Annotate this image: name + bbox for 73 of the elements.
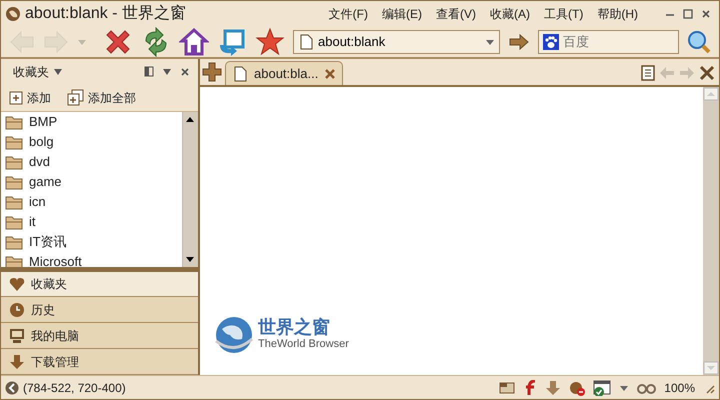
zoom-level[interactable]: 100% bbox=[664, 378, 695, 396]
go-arrow-icon[interactable] bbox=[508, 32, 530, 52]
globe-icon bbox=[5, 6, 21, 22]
folder-icon bbox=[5, 234, 23, 250]
folder-icon bbox=[5, 154, 23, 170]
panel-icon[interactable] bbox=[499, 380, 516, 396]
folder-item[interactable]: bolg bbox=[1, 132, 182, 152]
down-arrow-icon bbox=[9, 354, 25, 370]
dropdown-icon[interactable] bbox=[53, 66, 63, 77]
menu-item[interactable]: 工具(T) bbox=[537, 5, 590, 23]
back-circle-icon[interactable] bbox=[5, 380, 19, 394]
flash-icon[interactable] bbox=[523, 380, 538, 396]
folder-item[interactable]: BMP bbox=[1, 112, 182, 132]
add-icon bbox=[9, 90, 23, 105]
maximize-icon[interactable] bbox=[683, 9, 693, 19]
menu-item[interactable]: 文件(F) bbox=[322, 5, 375, 23]
monitor-icon bbox=[9, 328, 25, 344]
search-input[interactable]: 百度 bbox=[562, 32, 674, 52]
close-icon[interactable] bbox=[699, 65, 715, 81]
logo-subtitle: TheWorld Browser bbox=[258, 336, 349, 352]
folder-item[interactable]: icn bbox=[1, 192, 182, 212]
home-icon[interactable] bbox=[179, 27, 209, 57]
tab[interactable]: about:bla... bbox=[225, 61, 343, 85]
blocked-icon[interactable] bbox=[569, 380, 586, 396]
new-tab-icon[interactable] bbox=[202, 62, 222, 82]
sidebar-title[interactable]: 收藏夹 bbox=[9, 62, 49, 81]
folder-item[interactable]: it bbox=[1, 212, 182, 232]
window-restore-icon[interactable] bbox=[217, 27, 247, 57]
close-icon[interactable] bbox=[180, 66, 190, 77]
dock-icon[interactable] bbox=[144, 66, 154, 78]
dropdown-icon[interactable] bbox=[162, 66, 172, 77]
globe-logo-icon bbox=[214, 315, 254, 355]
add-button[interactable]: 添加 bbox=[9, 88, 51, 107]
folder-icon bbox=[5, 114, 23, 130]
folder-item[interactable]: dvd bbox=[1, 152, 182, 172]
caret-icon[interactable] bbox=[619, 384, 630, 392]
close-icon[interactable] bbox=[701, 9, 711, 19]
menu-item[interactable]: 查看(V) bbox=[429, 5, 483, 23]
caret-icon[interactable] bbox=[484, 38, 495, 46]
clock-icon bbox=[9, 302, 25, 318]
sidebar-panel-tab[interactable]: 历史 bbox=[1, 297, 198, 324]
folder-item[interactable]: IT资讯 bbox=[1, 232, 182, 252]
star-icon[interactable] bbox=[255, 27, 285, 57]
add-all-icon bbox=[67, 89, 84, 106]
menu-item[interactable]: 编辑(E) bbox=[375, 5, 429, 23]
sidebar-panel-tab[interactable]: 下载管理 bbox=[1, 349, 198, 375]
menu-item[interactable]: 帮助(H) bbox=[590, 5, 645, 23]
address-field[interactable]: about:blank bbox=[293, 30, 500, 54]
folder-icon bbox=[5, 134, 23, 150]
page-icon bbox=[298, 34, 314, 50]
status-text: (784-522, 720-400) bbox=[23, 380, 126, 396]
folder-icon bbox=[5, 174, 23, 190]
logo-text: 世界之窗 bbox=[258, 318, 331, 336]
scrollbar[interactable] bbox=[182, 112, 198, 267]
menu-item[interactable]: 收藏(A) bbox=[483, 5, 537, 23]
window-title: about:blank - 世界之窗 bbox=[25, 4, 186, 24]
folder-item[interactable]: Microsoft bbox=[1, 252, 182, 267]
close-icon[interactable] bbox=[324, 68, 336, 80]
paw-icon[interactable] bbox=[542, 34, 559, 50]
heart-icon bbox=[9, 276, 25, 292]
page-icon bbox=[232, 66, 248, 82]
download-icon[interactable] bbox=[545, 380, 562, 396]
folder-icon bbox=[5, 214, 23, 230]
sidebar-panel-tab[interactable]: 收藏夹 bbox=[1, 272, 198, 298]
window-check-icon[interactable] bbox=[593, 380, 612, 396]
folder-icon bbox=[5, 194, 23, 210]
search-field[interactable]: 百度 bbox=[538, 30, 679, 54]
list-icon[interactable] bbox=[641, 65, 655, 81]
folder-item[interactable]: game bbox=[1, 172, 182, 192]
address-input[interactable]: about:blank bbox=[318, 32, 481, 52]
sidebar-panel-tab[interactable]: 我的电脑 bbox=[1, 323, 198, 350]
add-button[interactable]: 添加全部 bbox=[67, 88, 136, 107]
search-icon[interactable] bbox=[687, 30, 711, 54]
